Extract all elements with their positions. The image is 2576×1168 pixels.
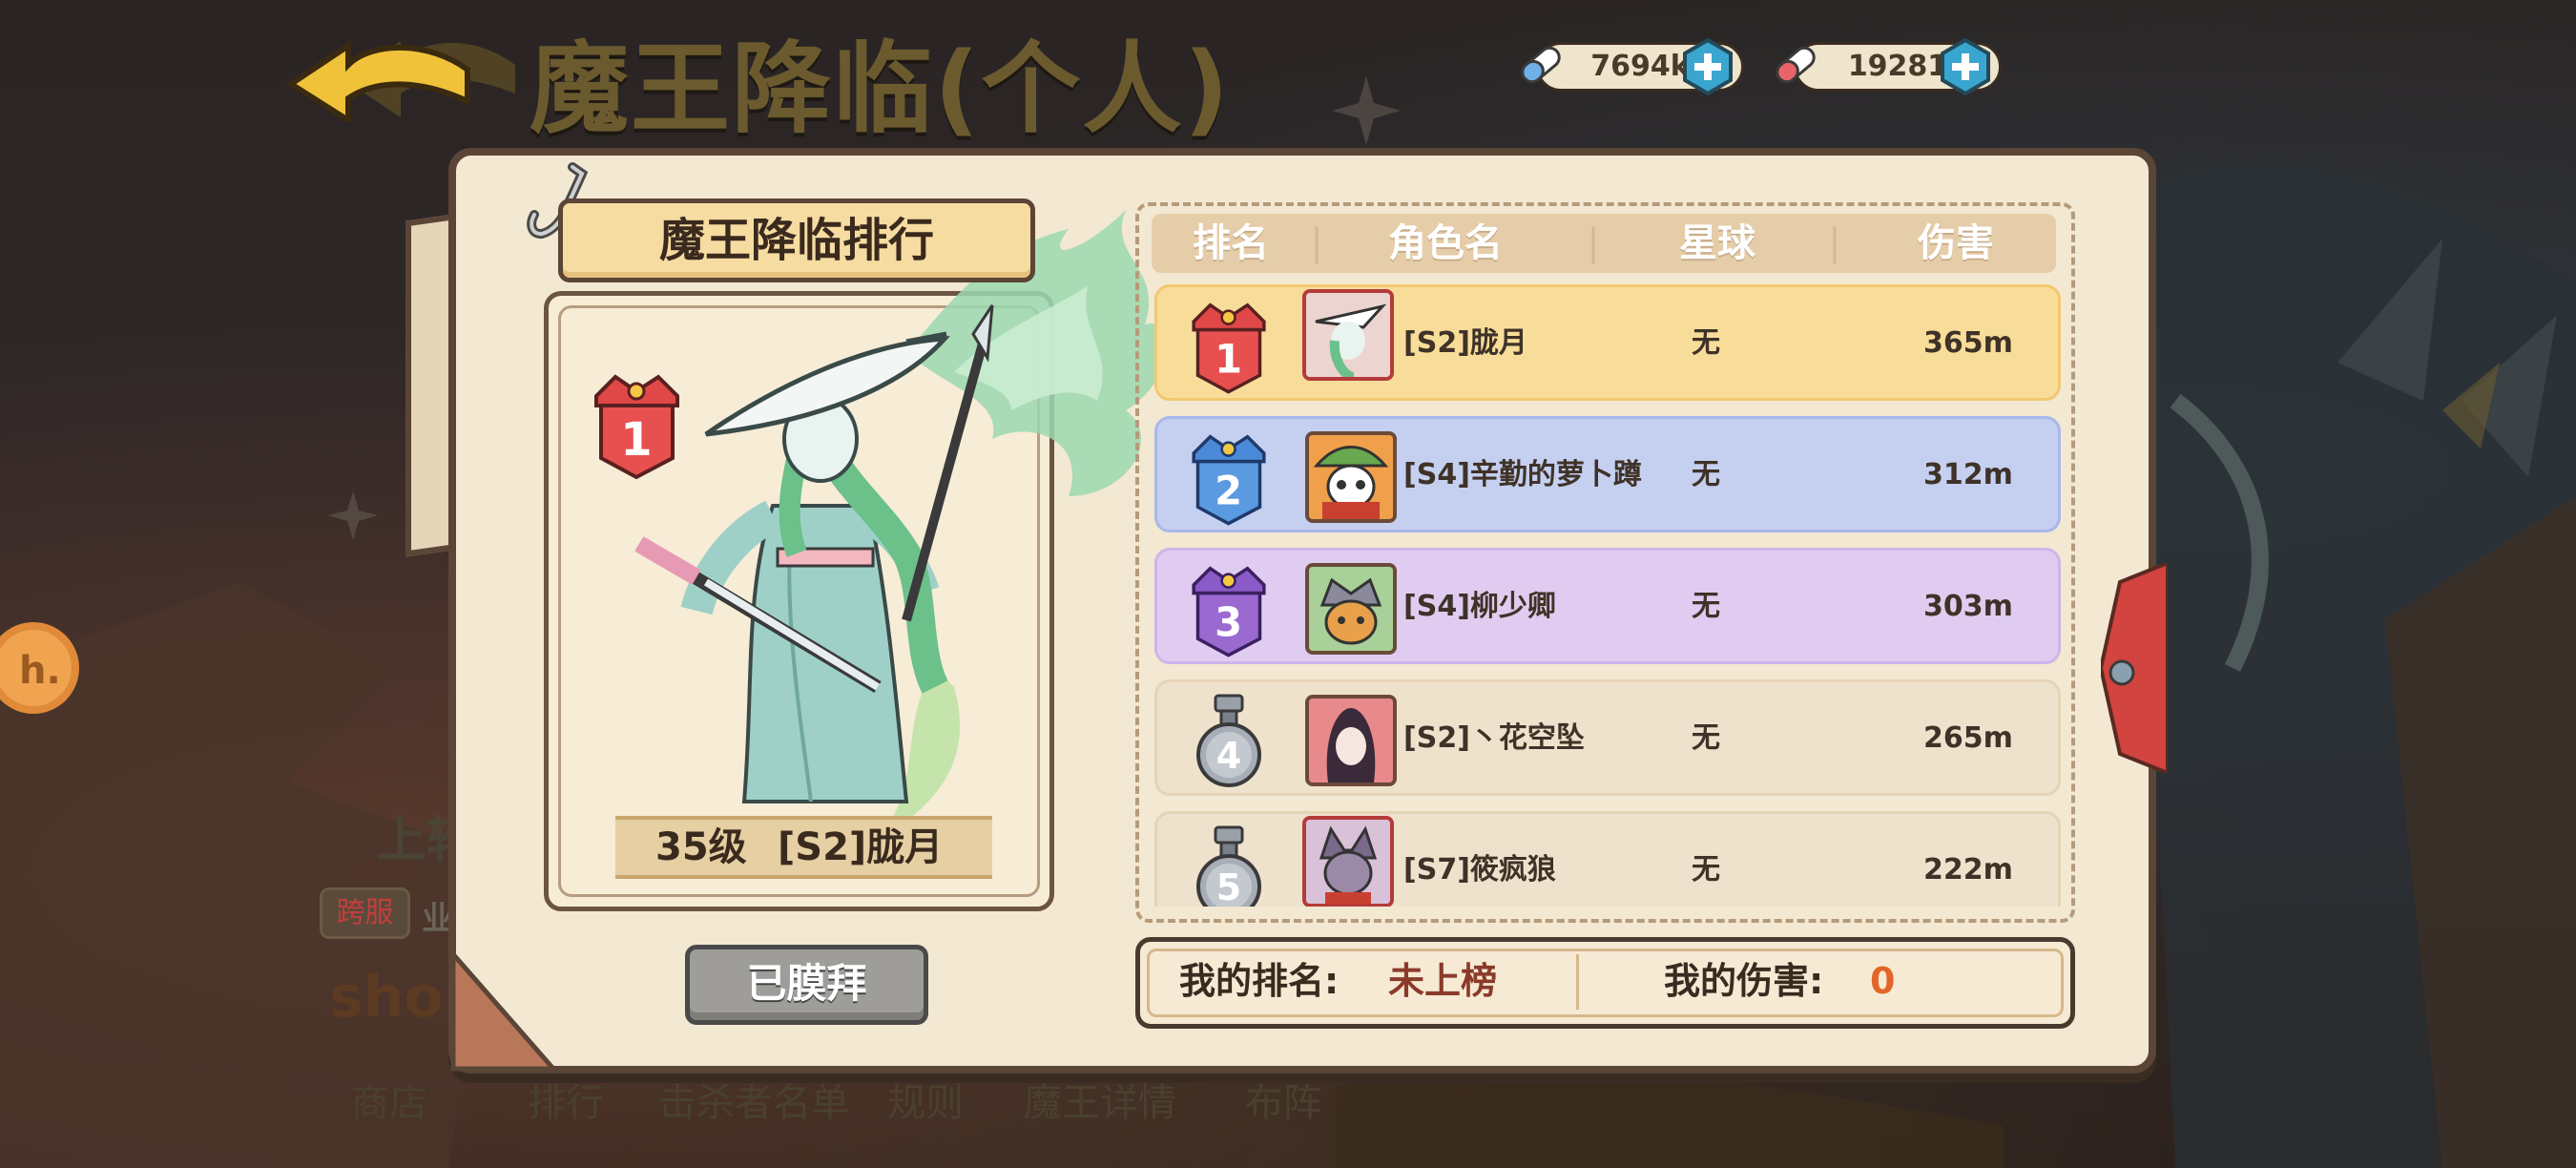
table-row[interactable]: 5 [S7]筱疯狼 无 222m	[1154, 811, 2061, 907]
table-row[interactable]: 3 [S4]柳少卿 无 303m	[1154, 548, 2061, 664]
table-row[interactable]: 1 [S2]胧月 无 365m	[1154, 284, 2061, 401]
my-rank-value: 未上榜	[1388, 960, 1498, 1002]
player-planet: 无	[1692, 458, 1720, 491]
top-player-strip: 35级 [S2]胧月	[615, 816, 992, 879]
header-dividers	[1315, 226, 1837, 264]
nav-formation[interactable]: 布阵	[1245, 1076, 1321, 1130]
my-damage-label: 我的伤害:	[1664, 960, 1824, 1002]
my-rank-label: 我的排名:	[1179, 960, 1340, 1002]
player-planet: 无	[1692, 326, 1720, 360]
rank-1-badge-icon: 1	[594, 374, 679, 480]
svg-text:1: 1	[1215, 336, 1242, 383]
side-bookmark[interactable]	[2101, 563, 2168, 773]
avatar	[1305, 695, 1397, 786]
my-stats-divider	[1576, 954, 1579, 1010]
column-rank: 排名	[1193, 221, 1269, 265]
page-title: 魔王降临(个人)	[530, 31, 1232, 147]
avatar	[1302, 289, 1394, 381]
nav-boss-details[interactable]: 魔王详情	[1024, 1076, 1176, 1130]
player-damage: 365m	[1923, 326, 2013, 360]
table-row[interactable]: 2 [S4]辛勤的萝卜蹲 无 312m	[1154, 416, 2061, 532]
svg-text:h.: h.	[19, 649, 61, 693]
avatar	[1305, 431, 1397, 523]
rank-3-badge-icon: 3	[1192, 566, 1266, 657]
svg-text:2: 2	[1215, 468, 1242, 514]
svg-text:5: 5	[1216, 866, 1241, 907]
table-row[interactable]: 4 [S2]丶花空坠 无 265m	[1154, 679, 2061, 796]
player-damage: 222m	[1923, 853, 2013, 886]
nav-killers[interactable]: 击杀者名单	[658, 1076, 849, 1130]
red-pill-icon	[1776, 46, 1816, 84]
top-player-name: [S2]胧月	[778, 825, 944, 869]
worship-button-label: 已膜拜	[746, 960, 867, 1007]
svg-text:1: 1	[620, 413, 652, 467]
leaderboard-title: 魔王降临排行	[658, 214, 934, 267]
player-name: [S4]柳少卿	[1403, 590, 1556, 623]
row-clip: 5 [S7]筱疯狼 无 222m	[1154, 811, 2061, 907]
svg-text:3: 3	[1215, 599, 1242, 646]
player-planet: 无	[1692, 853, 1720, 886]
add-red-resource-button[interactable]	[1937, 38, 1994, 95]
leaderboard-title-plaque: 魔王降临排行	[558, 198, 1035, 282]
worship-button[interactable]: 已膜拜	[685, 945, 928, 1025]
top-player-level: 35级	[655, 825, 747, 869]
bg-tag: 跨服	[320, 887, 410, 939]
avatar	[1302, 816, 1394, 907]
player-damage: 303m	[1923, 590, 2013, 623]
player-planet: 无	[1692, 721, 1720, 755]
player-name: [S7]筱疯狼	[1403, 853, 1556, 886]
rank-2-badge-icon: 2	[1192, 434, 1266, 526]
player-name: [S4]辛勤的萝卜蹲	[1403, 458, 1642, 491]
blue-pill-icon	[1521, 46, 1561, 84]
top-player-figure	[634, 210, 1169, 840]
rank-5-medal-icon: 5	[1196, 825, 1261, 907]
player-damage: 312m	[1923, 458, 2013, 491]
player-name: [S2]胧月	[1403, 326, 1527, 360]
rank-4-medal-icon: 4	[1196, 694, 1261, 787]
back-arrow-icon[interactable]	[286, 27, 525, 122]
nav-shop[interactable]: 商店	[351, 1076, 427, 1130]
rank-1-badge-icon: 1	[1192, 302, 1266, 394]
svg-text:4: 4	[1216, 735, 1241, 777]
player-damage: 265m	[1923, 721, 2013, 755]
player-planet: 无	[1692, 590, 1720, 623]
my-damage-value: 0	[1870, 960, 1896, 1002]
nav-ranking[interactable]: 排行	[528, 1076, 604, 1130]
panel-corner-decor	[450, 954, 558, 1072]
add-blue-resource-button[interactable]	[1679, 38, 1736, 95]
player-name: [S2]丶花空坠	[1403, 721, 1585, 755]
avatar	[1305, 563, 1397, 655]
nav-rules[interactable]: 规则	[887, 1076, 964, 1130]
